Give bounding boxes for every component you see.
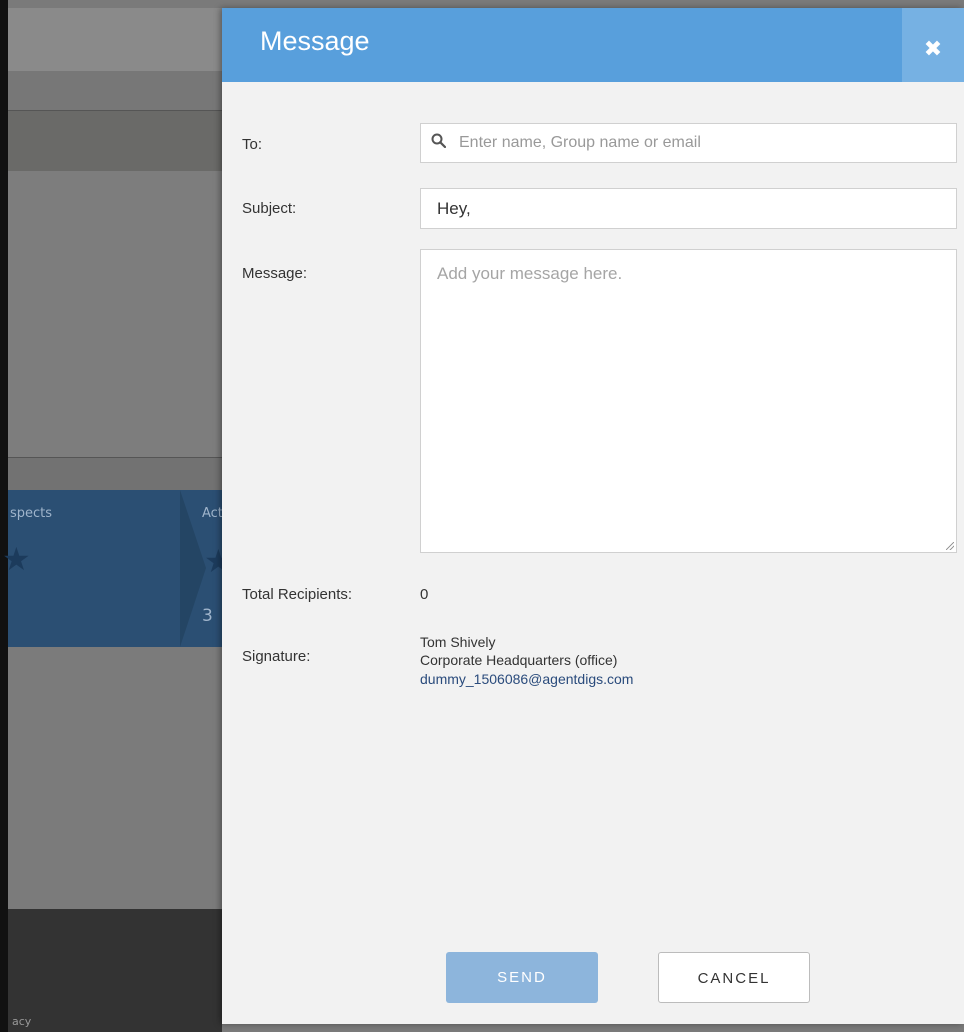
pipeline-label: spects: [10, 506, 53, 521]
message-textarea[interactable]: Add your message here.: [420, 249, 957, 553]
search-icon: [431, 133, 447, 153]
pipeline-label: Act: [202, 506, 223, 521]
signature-name: Tom Shively: [420, 634, 496, 650]
bg-pipeline: spects Act ★ ★ 3: [2, 490, 233, 647]
bg-strip: [8, 458, 222, 490]
to-placeholder: Enter name, Group name or email: [459, 134, 701, 151]
signature-email: dummy_1506086@agentdigs.com: [420, 671, 634, 687]
footer-text: acy: [12, 1015, 32, 1028]
bg-footer: acy: [8, 909, 222, 1032]
close-button[interactable]: ✖: [902, 8, 964, 82]
subject-value: Hey,: [437, 199, 471, 218]
bg-content-area: [8, 647, 222, 909]
to-label: To:: [242, 136, 263, 153]
window-edge: [0, 0, 8, 1032]
cancel-button[interactable]: CANCEL: [658, 952, 810, 1003]
bg-content-area: [8, 171, 222, 457]
close-icon: ✖: [923, 37, 943, 62]
message-dialog: Message ✖ To: Enter name, Group name or …: [222, 8, 964, 1024]
send-button[interactable]: SEND: [446, 952, 598, 1003]
bg-section-header: [8, 111, 222, 171]
dialog-title: Message: [260, 26, 370, 56]
subject-label: Subject:: [242, 200, 297, 217]
subject-input[interactable]: Hey,: [420, 188, 957, 229]
pipeline-count: 3: [202, 606, 213, 626]
dialog-header: Message ✖: [222, 8, 964, 82]
star-icon: ★: [2, 540, 31, 578]
message-placeholder: Add your message here.: [437, 264, 623, 283]
signature-label: Signature:: [242, 648, 311, 665]
total-recipients-label: Total Recipients:: [242, 586, 353, 603]
to-input[interactable]: Enter name, Group name or email: [420, 123, 957, 163]
signature-office: Corporate Headquarters (office): [420, 652, 618, 668]
bg-header-bar: [8, 8, 222, 71]
message-label: Message:: [242, 265, 308, 282]
resize-handle[interactable]: [946, 542, 954, 550]
bg-nav-bar: [8, 71, 222, 111]
total-recipients-value: 0: [420, 586, 429, 603]
